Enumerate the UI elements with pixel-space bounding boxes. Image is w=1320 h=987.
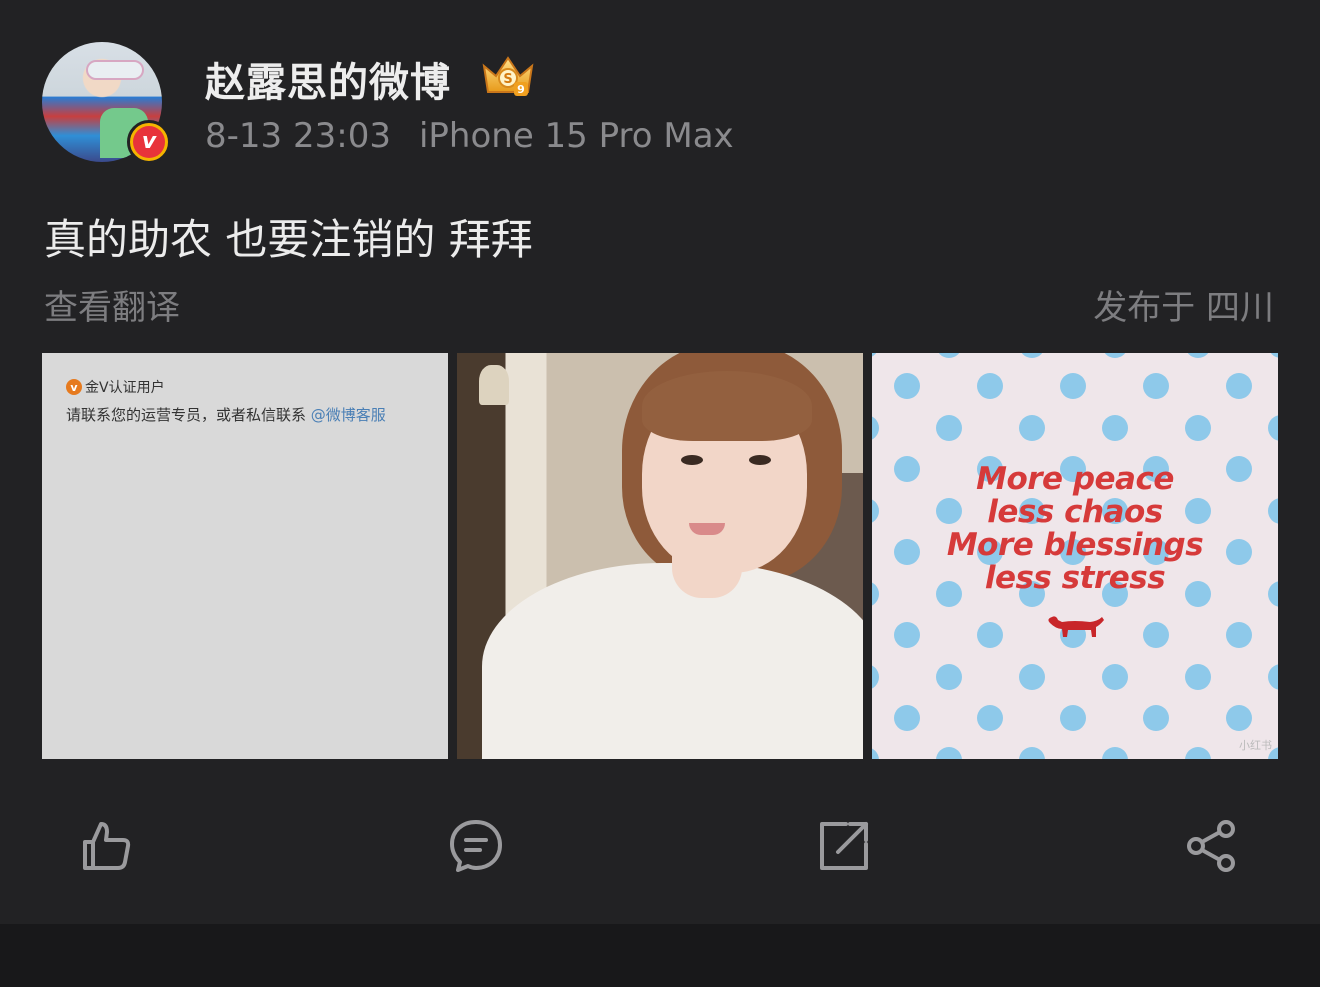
portrait-eye-right — [749, 455, 771, 465]
gold-v-icon: v — [66, 379, 82, 395]
notice-text: 请联系您的运营专员，或者私信联系 — [66, 406, 307, 424]
avatar-visor — [86, 60, 144, 80]
gold-v-tag: v 金V认证用户 — [66, 377, 165, 397]
post-image-quote[interactable]: More peace less chaos More blessings les… — [872, 353, 1278, 759]
mention-link: @微博客服 — [310, 406, 386, 424]
location-label: 发布于 四川 — [1093, 288, 1274, 328]
share-icon — [1187, 820, 1235, 872]
post-image-notice[interactable]: v 金V认证用户 请联系您的运营专员，或者私信联系 @微博客服 — [42, 353, 448, 759]
quote-line: less stress — [984, 560, 1166, 596]
comment-bubble-icon — [450, 820, 502, 872]
watermark: 小红书 — [1239, 739, 1272, 752]
timestamp: 8-13 23:03 — [205, 116, 391, 156]
dachshund-icon — [1048, 616, 1104, 637]
quote-text: More peace less chaos More blessings les… — [872, 463, 1278, 595]
thumbs-up-icon — [83, 822, 131, 870]
comment-button[interactable] — [441, 810, 511, 882]
bottom-separator — [0, 924, 1320, 987]
repost-icon — [820, 822, 868, 870]
username[interactable]: 赵露思的微博 — [205, 50, 451, 108]
post-meta: 8-13 23:03 iPhone 15 Pro Max — [205, 116, 734, 156]
notice-message: 请联系您的运营专员，或者私信联系 @微博客服 — [66, 404, 386, 425]
post-image-portrait[interactable] — [457, 353, 863, 759]
quote-line: More blessings — [946, 527, 1204, 563]
translate-link[interactable]: 查看翻译 — [44, 280, 180, 329]
portrait-fringe — [642, 371, 812, 441]
weibo-post: v 赵露思的微博 S 9 8-13 23:03 iPhone 15 Pro Max… — [0, 0, 1320, 924]
verified-v-icon: v — [127, 120, 171, 164]
svg-text:9: 9 — [517, 83, 525, 96]
portrait-eye-left — [681, 455, 703, 465]
like-button[interactable] — [72, 810, 142, 882]
post-text: 真的助农 也要注销的 拜拜 — [44, 215, 533, 264]
quote-line: less chaos — [987, 494, 1163, 530]
gold-v-label: 金V认证用户 — [85, 380, 165, 396]
quote-line: More peace — [976, 461, 1174, 497]
verified-v-glyph: v — [133, 126, 165, 158]
device-label: iPhone 15 Pro Max — [418, 116, 734, 156]
vip-crown-icon[interactable]: S 9 — [480, 52, 536, 100]
svg-text:S: S — [503, 72, 512, 87]
repost-button[interactable] — [809, 810, 879, 882]
share-button[interactable] — [1177, 810, 1247, 882]
portrait-shirt — [482, 563, 863, 759]
wall-lamp — [479, 365, 509, 405]
